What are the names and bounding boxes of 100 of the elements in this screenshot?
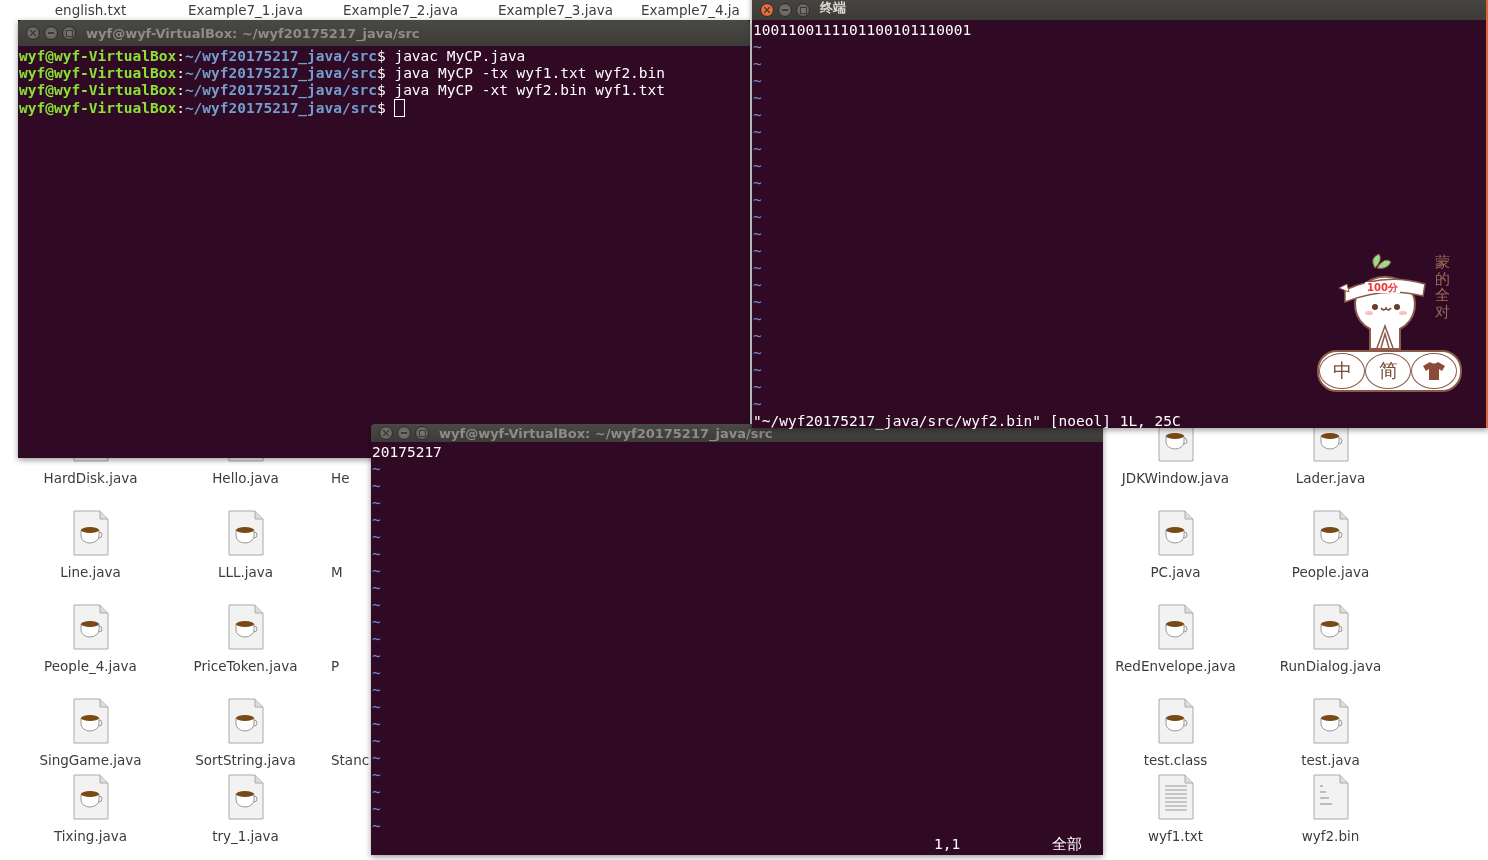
minimize-button[interactable] [778,3,792,17]
java-file-icon [1156,604,1195,650]
file-name[interactable]: Line.java [60,564,121,581]
empty-line-marker: ~ [753,328,762,345]
binary-file-icon [1311,774,1350,820]
empty-line-marker: ~ [372,750,381,767]
close-button[interactable] [379,426,393,440]
file-name[interactable]: HardDisk.java [43,470,138,487]
java-file-icon [71,510,110,556]
file-name[interactable]: Example7_4.ja [641,2,740,19]
file-name[interactable]: PriceToken.java [193,658,298,675]
file-name[interactable]: Stanc [331,752,370,769]
file-name[interactable]: wyf1.txt [1147,828,1204,845]
shirt-icon [1422,361,1446,381]
file-name[interactable]: english.txt [54,2,127,19]
empty-line-marker: ~ [753,158,762,175]
empty-line-marker: ~ [372,767,381,784]
empty-line-marker: ~ [753,39,762,56]
file-name[interactable]: He [331,470,350,487]
empty-line-marker: ~ [372,529,381,546]
java-file-icon [1311,698,1350,744]
minimize-button[interactable] [397,426,411,440]
file-content: 1001100111101100101110001 [753,22,973,39]
maximize-icon [799,6,807,14]
minimize-button[interactable] [44,26,58,40]
java-file-icon [1311,604,1350,650]
empty-line-marker: ~ [372,597,381,614]
java-file-icon [1156,510,1195,556]
file-name[interactable]: PC.java [1150,564,1201,581]
file-name[interactable]: wyf2.bin [1301,828,1360,845]
empty-line-marker: ~ [372,733,381,750]
java-file-icon [226,698,265,744]
empty-line-marker: ~ [753,90,762,107]
minimize-icon [401,432,407,434]
scroll-indicator: 全部 [1052,836,1082,853]
empty-line-marker: ~ [753,107,762,124]
close-button[interactable] [26,26,40,40]
close-button[interactable] [760,3,774,17]
file-name[interactable]: JDKWindow.java [1121,470,1230,487]
empty-line-marker: ~ [372,512,381,529]
close-icon [383,430,389,436]
window-title: wyf@wyf-VirtualBox: ~/wyf20175217_java/src [86,25,420,41]
empty-line-marker: ~ [753,209,762,226]
empty-line-marker: ~ [372,699,381,716]
ime-toggle-button[interactable]: 中 [1319,353,1365,389]
terminal-line: wyf@wyf-VirtualBox:~/wyf20175217_java/src$ java MyCP -xt wyf2.bin wyf1.txt [19,82,667,99]
file-name[interactable]: RedEnvelope.java [1115,658,1236,675]
file-name[interactable]: test.java [1301,752,1360,769]
text-file-icon [1156,774,1195,820]
window-title: 终端 [820,0,846,17]
java-file-icon [226,604,265,650]
file-name[interactable]: M [331,564,343,581]
skin-button[interactable] [1411,353,1457,389]
file-name[interactable]: SortString.java [195,752,296,769]
maximize-icon [65,29,73,37]
terminal-line: wyf@wyf-VirtualBox:~/wyf20175217_java/src$ [19,99,749,116]
java-file-icon [71,774,110,820]
file-name[interactable]: Hello.java [212,470,279,487]
minimize-icon [782,9,788,11]
file-name[interactable]: RunDialog.java [1279,658,1382,675]
file-name[interactable]: People.java [1291,564,1370,581]
file-name[interactable]: try_1.java [212,828,279,845]
java-file-icon [71,698,110,744]
terminal-line: wyf@wyf-VirtualBox:~/wyf20175217_java/src$ javac MyCP.java [19,48,527,65]
maximize-button[interactable] [62,26,76,40]
file-name[interactable]: Example7_2.java [342,2,459,19]
java-file-icon [226,774,265,820]
file-name[interactable]: Example7_1.java [187,2,304,19]
maximize-button[interactable] [415,426,429,440]
maximize-icon [418,429,426,437]
empty-line-marker: ~ [753,226,762,243]
file-name[interactable]: People_4.java [44,658,137,675]
empty-line-marker: ~ [372,784,381,801]
close-icon [30,30,36,36]
minimize-icon [48,32,54,34]
empty-line-marker: ~ [753,311,762,328]
empty-line-marker: ~ [372,682,381,699]
ime-toggle-button[interactable]: 简 [1365,353,1411,389]
java-file-icon [1311,510,1350,556]
empty-line-marker: ~ [372,478,381,495]
file-name[interactable]: Tixing.java [54,828,127,845]
empty-line-marker: ~ [372,495,381,512]
empty-line-marker: ~ [372,818,381,835]
close-icon [764,7,770,13]
empty-line-marker: ~ [372,801,381,818]
file-name[interactable]: SingGame.java [39,752,142,769]
maximize-button[interactable] [796,3,810,17]
file-name[interactable]: LLL.java [217,564,274,581]
headband-text: 100分 [1365,282,1400,293]
empty-line-marker: ~ [372,546,381,563]
empty-line-marker: ~ [753,73,762,90]
empty-line-marker: ~ [372,563,381,580]
empty-line-marker: ~ [753,175,762,192]
file-name[interactable]: P [331,658,340,675]
empty-line-marker: ~ [753,56,762,73]
empty-line-marker: ~ [753,141,762,158]
file-name[interactable]: Lader.java [1295,470,1366,487]
file-name[interactable]: Example7_3.java [497,2,614,19]
file-name[interactable]: test.class [1143,752,1208,769]
java-file-icon [226,510,265,556]
